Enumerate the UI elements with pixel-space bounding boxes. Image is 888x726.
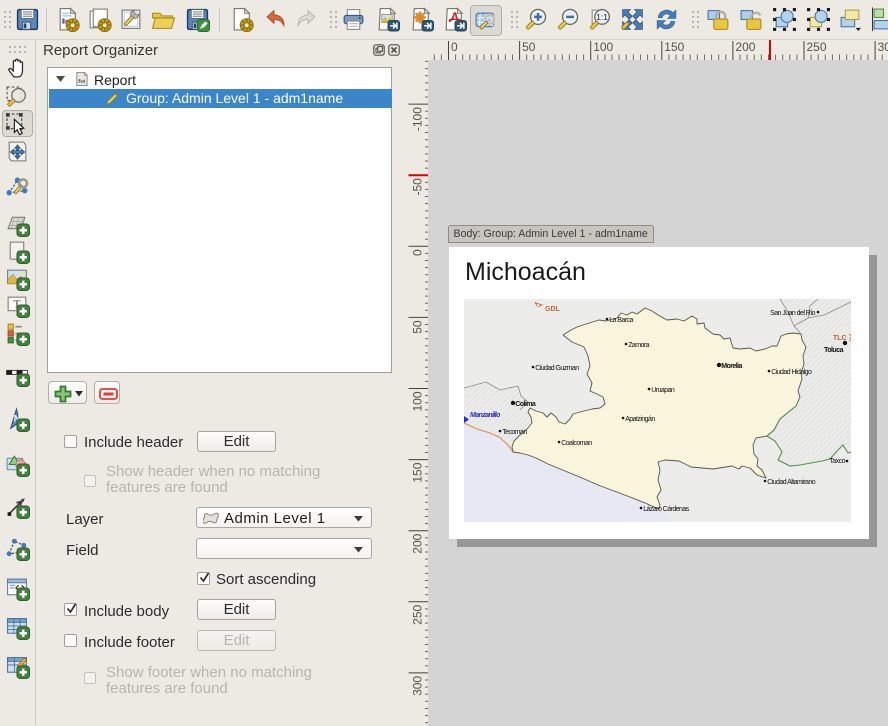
svg-text:50: 50	[411, 320, 425, 334]
svg-text:GDL: GDL	[545, 306, 561, 313]
svg-text:0: 0	[411, 249, 425, 256]
svg-text:La Barca: La Barca	[609, 317, 633, 324]
svg-text:Apatzingán: Apatzingán	[625, 416, 655, 423]
svg-text:Toluca: Toluca	[824, 347, 844, 354]
svg-text:Colima: Colima	[515, 401, 536, 408]
svg-text:Ciudad Altamirano: Ciudad Altamirano	[767, 479, 816, 486]
svg-text:Morelia: Morelia	[721, 363, 742, 370]
svg-text:0: 0	[451, 40, 458, 54]
svg-text:150: 150	[411, 462, 425, 482]
svg-text:-50: -50	[411, 178, 425, 196]
svg-text:250: 250	[411, 604, 425, 624]
svg-text:1:1: 1:1	[596, 12, 608, 22]
svg-text:200: 200	[411, 533, 425, 553]
svg-text:300: 300	[878, 40, 888, 54]
svg-text:250: 250	[807, 40, 827, 54]
svg-text:Lázaro Cárdenas: Lázaro Cárdenas	[643, 506, 689, 513]
svg-text:100: 100	[593, 40, 613, 54]
svg-text:-100: -100	[411, 107, 425, 131]
svg-text:50: 50	[522, 40, 536, 54]
svg-text:Ciudad Guzman: Ciudad Guzman	[535, 365, 579, 372]
svg-text:Ciudad Hidalgo: Ciudad Hidalgo	[771, 369, 812, 376]
svg-text:150: 150	[664, 40, 684, 54]
svg-text:Coalcoman: Coalcoman	[561, 440, 592, 447]
svg-text:Manzanillo: Manzanillo	[470, 412, 501, 419]
svg-text:Uruapan: Uruapan	[651, 387, 675, 394]
svg-text:San Juan del Río: San Juan del Río	[770, 310, 816, 317]
svg-text:TLC: TLC	[833, 335, 847, 342]
svg-text:200: 200	[735, 40, 755, 54]
svg-text:Zamora: Zamora	[628, 342, 649, 349]
svg-text:Tecoman: Tecoman	[502, 429, 527, 436]
svg-text:Taxco: Taxco	[829, 458, 845, 465]
svg-text:300: 300	[411, 676, 425, 696]
svg-text:100: 100	[411, 391, 425, 411]
